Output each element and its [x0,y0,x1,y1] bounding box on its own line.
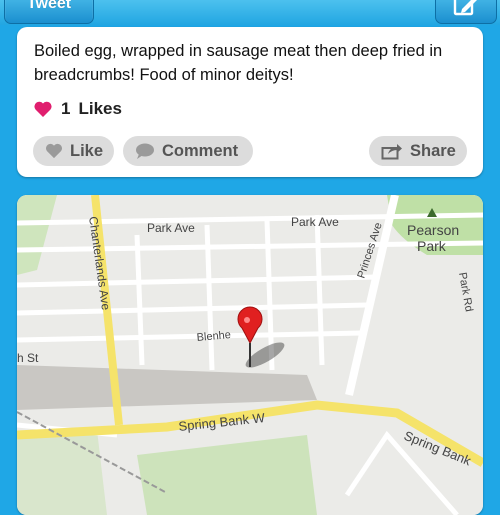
comment-button-label: Comment [162,141,239,160]
post-card: Boiled egg, wrapped in sausage meat then… [17,27,483,177]
back-button[interactable]: Tweet [4,0,94,24]
heart-icon [34,101,52,117]
map-label-pearson: Pearson [407,222,459,238]
back-button-label: Tweet [26,0,72,12]
location-map[interactable]: Park Ave Park Ave Chanterlands Ave Princ… [17,195,483,515]
post-text: Boiled egg, wrapped in sausage meat then… [34,42,443,84]
share-button-label: Share [410,141,456,160]
likes-count: 1 [61,99,71,118]
share-button[interactable]: Share [369,136,467,166]
likes-summary: 1 Likes [33,99,122,119]
map-label-park-ave: Park Ave [147,221,195,235]
compose-icon [453,0,477,16]
like-button[interactable]: Like [33,136,114,166]
heart-outline-icon [46,143,62,159]
map-canvas[interactable]: Park Ave Park Ave Chanterlands Ave Princ… [17,195,483,515]
map-label-st: h St [17,351,39,365]
share-icon [381,143,402,159]
map-label-park-ave-east: Park Ave [291,215,339,229]
comment-button[interactable]: Comment [123,136,253,166]
like-button-label: Like [70,141,104,160]
green-area-southwest [17,430,107,515]
compose-button[interactable] [435,0,497,24]
speech-bubble-icon [136,143,154,159]
navigation-bar: Tweet [0,0,500,25]
likes-label: Likes [78,99,122,118]
map-label-park: Park [417,238,447,254]
